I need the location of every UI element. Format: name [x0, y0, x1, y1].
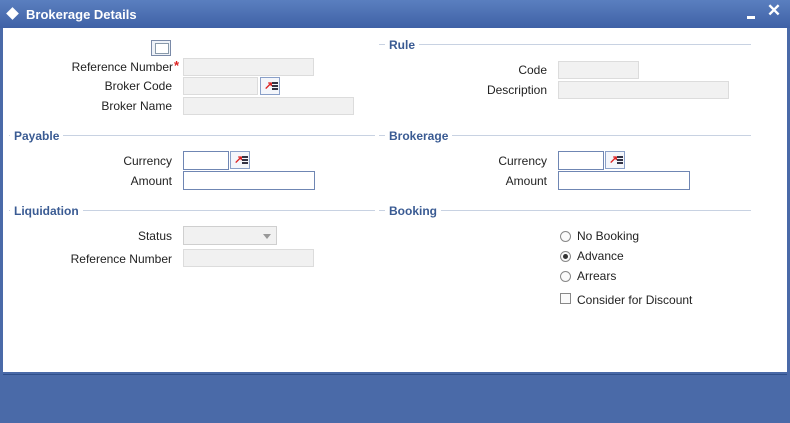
close-icon[interactable]: ✕ — [766, 2, 782, 20]
window-diamond-icon — [6, 7, 19, 20]
reference-number-label: Reference Number — [71, 60, 173, 74]
payable-currency-label: Currency — [123, 154, 172, 168]
footer-bar — [3, 374, 787, 421]
minimize-icon[interactable] — [747, 16, 755, 19]
rule-section-line — [379, 44, 751, 45]
brokerage-amount-label: Amount — [505, 174, 547, 188]
broker-name-label: Broker Name — [101, 99, 172, 113]
form-content: Reference Number * Broker Code ↗ Broker … — [3, 28, 787, 372]
rule-code-label: Code — [518, 63, 547, 77]
brokerage-currency-label: Currency — [498, 154, 547, 168]
arrears-label: Arrears — [577, 269, 617, 283]
rule-description-field[interactable] — [558, 81, 729, 99]
liquidation-status-select[interactable] — [183, 226, 277, 245]
arrears-radio[interactable] — [560, 271, 571, 282]
brokerage-heading: Brokerage — [385, 129, 453, 143]
payable-currency-lov-button[interactable]: ↗ — [230, 151, 250, 169]
list-icon — [272, 82, 278, 84]
payable-amount-label: Amount — [130, 174, 172, 188]
rule-description-label: Description — [486, 83, 547, 97]
no-booking-radio[interactable] — [560, 231, 571, 242]
rule-code-field[interactable] — [558, 61, 639, 79]
liquidation-status-label: Status — [137, 229, 172, 243]
brokerage-amount-field[interactable] — [558, 171, 690, 190]
liquidation-heading: Liquidation — [10, 204, 83, 218]
required-marker: * — [174, 58, 180, 73]
liquidation-reference-number-field[interactable] — [183, 249, 314, 267]
broker-name-field[interactable] — [183, 97, 354, 115]
liquidation-reference-number-label: Reference Number — [70, 252, 172, 266]
broker-code-field[interactable] — [183, 77, 258, 95]
list-icon — [617, 156, 623, 158]
brokerage-currency-lov-button[interactable]: ↗ — [605, 151, 625, 169]
consider-for-discount-label: Consider for Discount — [577, 293, 693, 307]
payable-amount-field[interactable] — [183, 171, 315, 190]
consider-for-discount-checkbox[interactable] — [560, 293, 571, 304]
document-icon[interactable] — [151, 40, 171, 56]
no-booking-label: No Booking — [577, 229, 640, 243]
rule-heading: Rule — [385, 38, 420, 52]
payable-heading: Payable — [10, 129, 64, 143]
advance-radio[interactable] — [560, 251, 571, 262]
reference-number-field[interactable] — [183, 58, 314, 76]
broker-code-label: Broker Code — [104, 79, 172, 93]
payable-section-line — [9, 135, 375, 136]
broker-code-lov-button[interactable]: ↗ — [260, 77, 280, 95]
title-bar: Brokerage Details ✕ — [0, 0, 790, 28]
list-icon — [242, 156, 248, 158]
window-title: Brokerage Details — [26, 7, 137, 22]
booking-heading: Booking — [385, 204, 441, 218]
chevron-down-icon — [263, 234, 271, 239]
advance-label: Advance — [577, 249, 624, 263]
brokerage-currency-field[interactable] — [558, 151, 604, 170]
payable-currency-field[interactable] — [183, 151, 229, 170]
